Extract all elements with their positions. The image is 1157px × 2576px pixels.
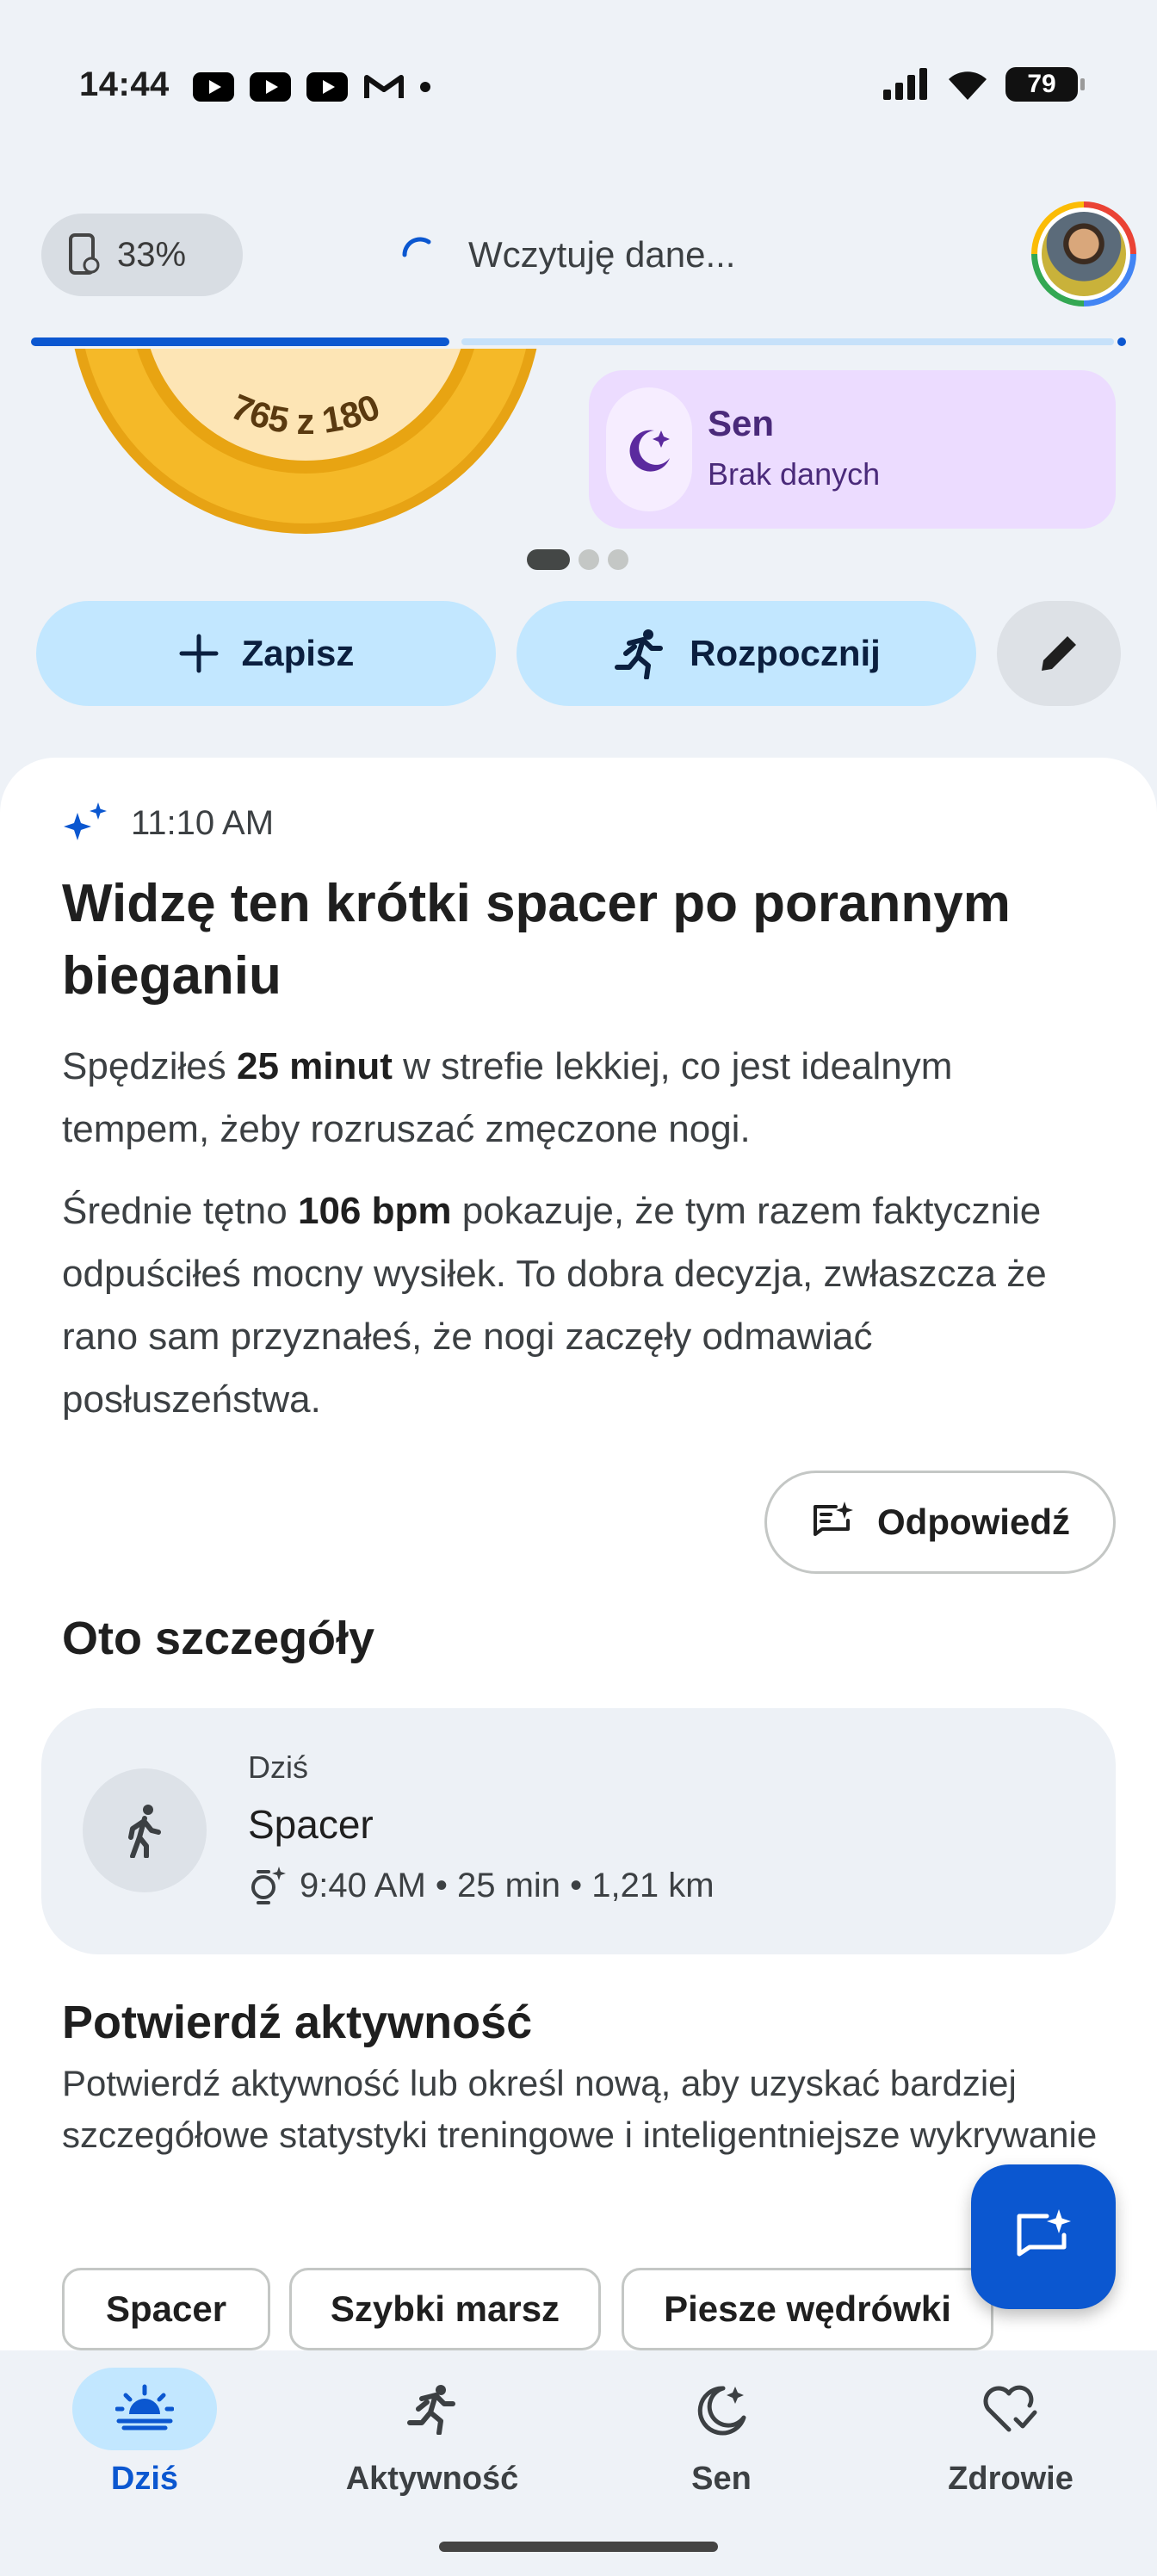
signal-icon xyxy=(883,68,927,100)
loading-status: Wczytuję dane... xyxy=(396,220,735,289)
account-avatar[interactable] xyxy=(1031,201,1136,307)
running-icon xyxy=(360,2368,504,2450)
status-time: 14:44 xyxy=(79,65,170,103)
activity-meta-text: 9:40 AM • 25 min • 1,21 km xyxy=(300,1866,715,1904)
reply-button-label: Odpowiedź xyxy=(877,1502,1070,1542)
sync-progress-fill xyxy=(31,337,449,346)
pager-dot-active[interactable] xyxy=(527,549,570,570)
insight-headline: Widzę ten krótki spacer po porannym bieg… xyxy=(62,874,1011,1006)
status-bar: 14:44 79 xyxy=(0,52,1157,121)
sun-horizon-icon xyxy=(72,2368,217,2450)
profile-photo xyxy=(1042,212,1126,296)
activity-meta: 9:40 AM • 25 min • 1,21 km xyxy=(248,1865,715,1906)
device-battery-value: 33% xyxy=(117,235,187,274)
start-exercise-label: Rozpocznij xyxy=(690,633,881,673)
energy-ring[interactable]: 765 z 180 xyxy=(60,349,551,538)
activity-name: Spacer xyxy=(248,1802,374,1847)
log-button-label: Zapisz xyxy=(241,633,355,673)
loading-text: Wczytuję dane... xyxy=(468,234,736,275)
insight-paragraph-1: Spędziłeś 25 minut w strefie lekkiej, co… xyxy=(62,1045,953,1150)
ai-sparkle-icon xyxy=(64,802,107,840)
nav-today[interactable]: Dziś xyxy=(15,2368,274,2523)
ai-coach-fab[interactable] xyxy=(971,2164,1116,2309)
nav-today-label: Dziś xyxy=(110,2461,179,2497)
device-battery-chip[interactable]: 33% xyxy=(41,214,243,296)
start-exercise-button[interactable]: Rozpocznij xyxy=(517,601,976,706)
sleep-card-title: Sen xyxy=(708,403,775,443)
sync-progress-bar xyxy=(31,337,1126,346)
nav-health-label: Zdrowie xyxy=(948,2461,1073,2497)
insight-duration: 25 minut xyxy=(237,1045,393,1087)
confirm-activity-title: Potwierdź aktywność xyxy=(62,1997,533,2048)
confirm-activity-description: Potwierdź aktywność lub określ nową, aby… xyxy=(62,2063,1098,2155)
insight-time: 11:10 AM xyxy=(131,803,275,842)
loading-spinner-icon xyxy=(402,237,431,257)
more-notifications-dot xyxy=(420,82,430,92)
youtube-icon xyxy=(306,72,348,102)
youtube-icon xyxy=(250,72,291,102)
sleep-card-status: Brak danych xyxy=(708,456,881,492)
nav-activity[interactable]: Aktywność xyxy=(303,2368,561,2523)
wifi-icon xyxy=(949,71,987,100)
log-button[interactable]: Zapisz xyxy=(36,601,496,706)
watch-battery-icon xyxy=(69,233,100,275)
insight-heart-rate: 106 bpm xyxy=(297,1190,452,1232)
edit-button[interactable] xyxy=(997,601,1121,706)
carousel-pager xyxy=(527,549,628,570)
insight-time-row: 11:10 AM xyxy=(62,799,274,847)
plus-icon xyxy=(179,634,219,673)
reply-button[interactable]: Odpowiedź xyxy=(764,1471,1116,1574)
chat-sparkle-icon xyxy=(814,1502,853,1536)
battery-indicator: 79 xyxy=(1005,67,1085,102)
nav-sleep-label: Sen xyxy=(691,2461,752,2497)
activity-type-chip-walk[interactable]: Spacer xyxy=(62,2268,270,2350)
notification-icons xyxy=(193,72,430,102)
nav-health[interactable]: Zdrowie xyxy=(882,2368,1140,2523)
energy-ring-graphic: 765 z 180 xyxy=(74,349,537,534)
home-gesture-indicator[interactable] xyxy=(439,2542,718,2552)
activity-day: Dziś xyxy=(248,1749,308,1785)
nav-activity-label: Aktywność xyxy=(345,2461,519,2497)
nav-sleep[interactable]: Sen xyxy=(592,2368,851,2523)
sync-progress-track xyxy=(461,338,1114,345)
sync-progress-end-dot xyxy=(1117,337,1126,346)
youtube-icon xyxy=(193,72,234,102)
activity-type-chip-brisk-walk[interactable]: Szybki marsz xyxy=(289,2268,601,2350)
running-icon xyxy=(615,629,664,679)
insight-paragraph-2: Średnie tętno 106 bpm pokazuje, że tym r… xyxy=(62,1190,1047,1421)
pager-dot[interactable] xyxy=(608,549,628,570)
sleep-card[interactable]: Sen Brak danych xyxy=(589,370,1116,529)
pencil-icon xyxy=(1042,636,1076,671)
pager-dot[interactable] xyxy=(578,549,599,570)
walking-icon xyxy=(83,1768,207,1892)
auto-detect-watch-icon xyxy=(251,1867,286,1904)
system-indicators: 79 xyxy=(882,67,1085,102)
gmail-icon xyxy=(363,72,405,102)
activity-card[interactable]: Dziś Spacer 9:40 AM • 25 min • 1,21 km xyxy=(41,1708,1116,1954)
activity-type-chip-hike[interactable]: Piesze wędrówki xyxy=(622,2268,993,2350)
fitbit-today-screen: 14:44 79 33% Wczytuję dane... 765 z 180 … xyxy=(0,0,1157,2576)
moon-icon xyxy=(649,2368,794,2450)
moon-icon xyxy=(606,387,692,511)
chat-sparkle-icon xyxy=(1017,2209,1071,2257)
details-title: Oto szczegóły xyxy=(62,1613,375,1664)
heart-check-icon xyxy=(938,2368,1083,2450)
